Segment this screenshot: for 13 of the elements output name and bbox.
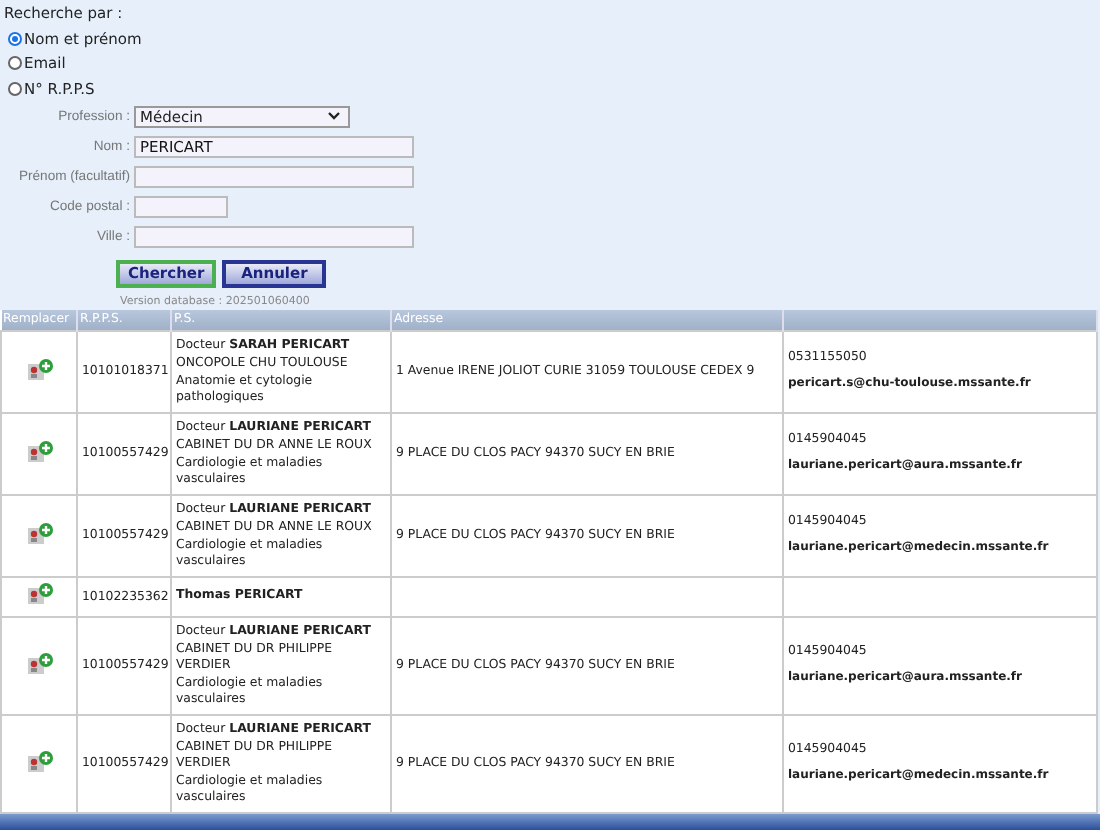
input-field[interactable]	[134, 195, 228, 217]
caret-icon	[328, 112, 340, 120]
add-person-icon[interactable]	[25, 651, 53, 675]
input-field[interactable]	[134, 225, 414, 247]
radio-button[interactable]	[8, 31, 22, 46]
add-person-icon[interactable]	[25, 582, 53, 606]
add-person-icon[interactable]	[25, 357, 53, 381]
add-person-icon[interactable]	[25, 439, 53, 463]
add-person-icon[interactable]	[25, 521, 53, 545]
add-person-icon[interactable]	[25, 749, 53, 773]
radio-button[interactable]	[8, 81, 22, 96]
radio-button[interactable]	[8, 56, 22, 71]
input-field[interactable]	[134, 165, 414, 187]
